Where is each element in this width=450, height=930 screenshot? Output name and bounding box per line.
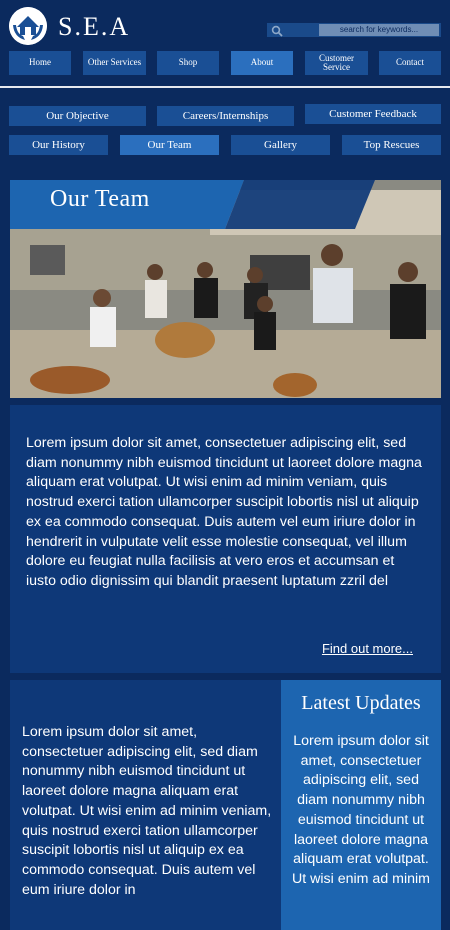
search-bar [267, 23, 441, 37]
nav-contact-button[interactable]: Contact [379, 51, 441, 75]
team-description-panel: Lorem ipsum dolor sit amet, consectetuer… [10, 405, 441, 673]
site-header: S.E.A Home Other Services Shop About Cus… [0, 0, 450, 86]
hero-title: Our Team [50, 186, 150, 212]
nav-other-services-button[interactable]: Other Services [83, 51, 146, 75]
house-hands-logo-icon[interactable] [9, 7, 47, 45]
subnav-our-team[interactable]: Our Team [120, 135, 219, 155]
search-icon[interactable] [271, 24, 283, 37]
subnav-our-objective[interactable]: Our Objective [9, 106, 146, 126]
nav-shop-button[interactable]: Shop [157, 51, 219, 75]
subnav-careers-internships[interactable]: Careers/Internships [157, 106, 294, 126]
subnav-our-history[interactable]: Our History [9, 135, 108, 155]
find-out-more-link[interactable]: Find out more... [322, 641, 413, 656]
brand-name: S.E.A [58, 12, 131, 41]
team-hero-banner: Our Team [10, 180, 441, 398]
latest-updates-title: Latest Updates [301, 692, 421, 714]
latest-updates-text: Lorem ipsum dolor sit amet, consectetuer… [292, 733, 430, 887]
nav-home-button[interactable]: Home [9, 51, 71, 75]
subnav-gallery[interactable]: Gallery [231, 135, 330, 155]
nav-about-button[interactable]: About [231, 51, 293, 75]
header-divider [0, 86, 450, 88]
search-input[interactable] [319, 24, 439, 36]
team-description-text: Lorem ipsum dolor sit amet, consectetuer… [26, 435, 422, 589]
bottom-content-text: Lorem ipsum dolor sit amet, consectetuer… [22, 724, 272, 898]
latest-updates-panel: Latest Updates Lorem ipsum dolor sit ame… [281, 680, 441, 930]
nav-customer-service-button[interactable]: Customer Service [305, 51, 368, 75]
subnav-customer-feedback[interactable]: Customer Feedback [305, 104, 441, 124]
subnav-top-rescues[interactable]: Top Rescues [342, 135, 441, 155]
